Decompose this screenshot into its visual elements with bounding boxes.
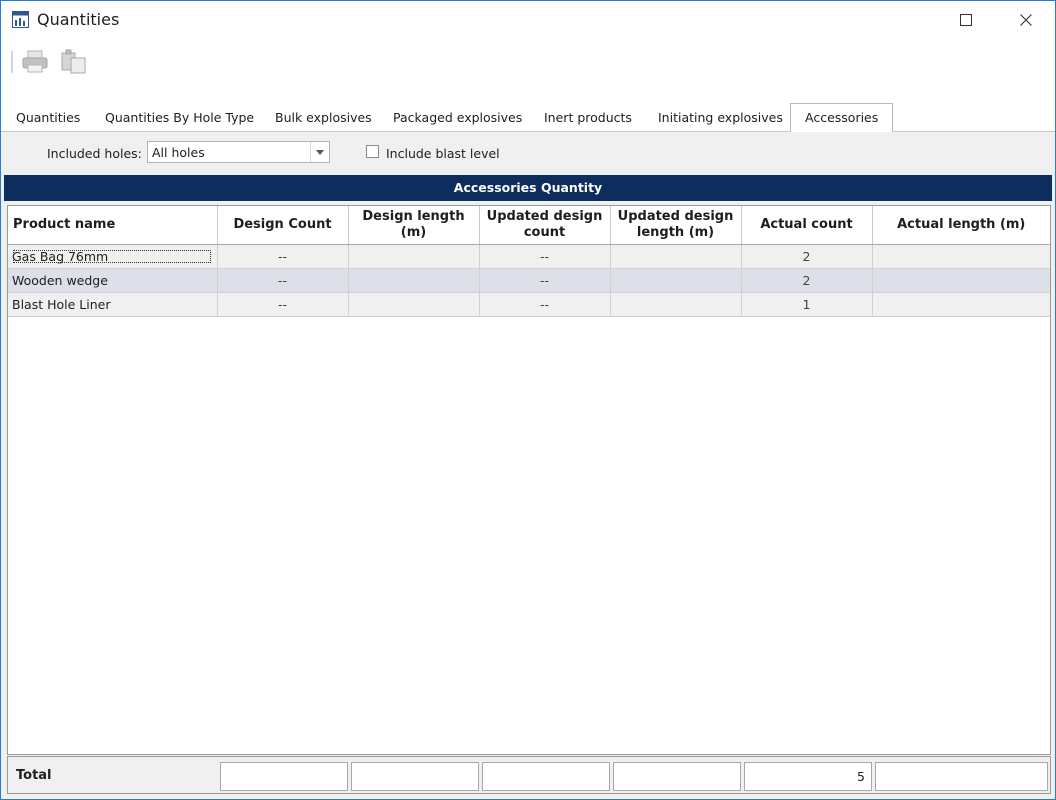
accessories-panel: Included holes: All holes Include blast … bbox=[3, 132, 1053, 797]
totals-row: Total 5 bbox=[7, 756, 1051, 794]
design-count-cell[interactable]: -- bbox=[217, 292, 349, 317]
design-count-cell[interactable]: -- bbox=[217, 244, 349, 269]
total-updated-design-length bbox=[613, 762, 741, 791]
product-name-cell[interactable]: Gas Bag 76mm bbox=[12, 249, 212, 264]
actual-length-cell[interactable] bbox=[872, 268, 1050, 293]
col-header-design-length[interactable]: Design length (m) bbox=[348, 206, 480, 245]
quantities-window: Quantities Quantities Quantities By Hole… bbox=[0, 0, 1056, 800]
table-row[interactable]: Blast Hole Liner -- -- 1 bbox=[8, 292, 1050, 317]
tab-quantities[interactable]: Quantities bbox=[16, 105, 80, 130]
copy-icon[interactable] bbox=[58, 47, 88, 75]
total-label: Total bbox=[16, 768, 52, 783]
dropdown-arrow-icon[interactable] bbox=[310, 142, 329, 162]
accessories-table: Product name Design Count Design length … bbox=[8, 206, 1050, 317]
actual-count-cell[interactable]: 2 bbox=[741, 268, 873, 293]
grid-title: Accessories Quantity bbox=[4, 175, 1052, 201]
updated-design-count-cell[interactable]: -- bbox=[479, 292, 611, 317]
maximize-button[interactable] bbox=[943, 1, 989, 39]
updated-design-count-cell[interactable]: -- bbox=[479, 244, 611, 269]
toolbar bbox=[1, 39, 1055, 99]
tab-accessories[interactable]: Accessories bbox=[790, 103, 894, 132]
tab-quantities-by-hole-type[interactable]: Quantities By Hole Type bbox=[105, 105, 254, 130]
maximize-icon bbox=[960, 14, 972, 26]
tab-inert-products[interactable]: Inert products bbox=[544, 105, 632, 130]
included-holes-value: All holes bbox=[152, 145, 205, 160]
total-actual-length bbox=[875, 762, 1048, 791]
title-bar: Quantities bbox=[1, 1, 1055, 39]
design-count-cell[interactable]: -- bbox=[217, 268, 349, 293]
col-header-updated-design-count[interactable]: Updated design count bbox=[479, 206, 611, 245]
tab-strip: Quantities Quantities By Hole Type Bulk … bbox=[1, 99, 1055, 132]
total-updated-design-count bbox=[482, 762, 610, 791]
col-header-actual-length[interactable]: Actual length (m) bbox=[872, 206, 1050, 245]
total-design-count bbox=[220, 762, 348, 791]
close-icon bbox=[1020, 14, 1032, 26]
close-button[interactable] bbox=[1003, 1, 1049, 39]
updated-design-length-cell[interactable] bbox=[610, 292, 742, 317]
included-holes-label: Included holes: bbox=[47, 146, 142, 161]
header-row: Product name Design Count Design length … bbox=[8, 206, 1050, 245]
print-icon[interactable] bbox=[20, 47, 50, 75]
updated-design-length-cell[interactable] bbox=[610, 244, 742, 269]
actual-length-cell[interactable] bbox=[872, 244, 1050, 269]
design-length-cell[interactable] bbox=[348, 268, 480, 293]
total-actual-count: 5 bbox=[744, 762, 872, 791]
table-row[interactable]: Gas Bag 76mm -- -- 2 bbox=[8, 244, 1050, 269]
actual-count-cell[interactable]: 1 bbox=[741, 292, 873, 317]
updated-design-count-cell[interactable]: -- bbox=[479, 268, 611, 293]
col-header-updated-design-length[interactable]: Updated design length (m) bbox=[610, 206, 742, 245]
include-blast-level-label: Include blast level bbox=[386, 146, 500, 161]
col-header-actual-count[interactable]: Actual count bbox=[741, 206, 873, 245]
updated-design-length-cell[interactable] bbox=[610, 268, 742, 293]
tab-bulk-explosives[interactable]: Bulk explosives bbox=[275, 105, 372, 130]
actual-length-cell[interactable] bbox=[872, 292, 1050, 317]
design-length-cell[interactable] bbox=[348, 292, 480, 317]
product-name-cell[interactable]: Wooden wedge bbox=[8, 268, 218, 293]
col-header-design-count[interactable]: Design Count bbox=[217, 206, 349, 245]
tab-initiating-explosives[interactable]: Initiating explosives bbox=[658, 105, 783, 130]
quantities-app-icon bbox=[12, 11, 29, 28]
include-blast-level-checkbox[interactable] bbox=[366, 145, 379, 158]
included-holes-dropdown[interactable]: All holes bbox=[147, 141, 330, 163]
tab-packaged-explosives[interactable]: Packaged explosives bbox=[393, 105, 522, 130]
actual-count-cell[interactable]: 2 bbox=[741, 244, 873, 269]
table-row[interactable]: Wooden wedge -- -- 2 bbox=[8, 268, 1050, 293]
design-length-cell[interactable] bbox=[348, 244, 480, 269]
col-header-product-name[interactable]: Product name bbox=[8, 206, 218, 245]
total-design-length bbox=[351, 762, 479, 791]
accessories-grid[interactable]: Product name Design Count Design length … bbox=[7, 205, 1051, 755]
toolbar-grip bbox=[11, 51, 13, 73]
window-title: Quantities bbox=[37, 10, 120, 29]
product-name-cell[interactable]: Blast Hole Liner bbox=[8, 292, 218, 317]
